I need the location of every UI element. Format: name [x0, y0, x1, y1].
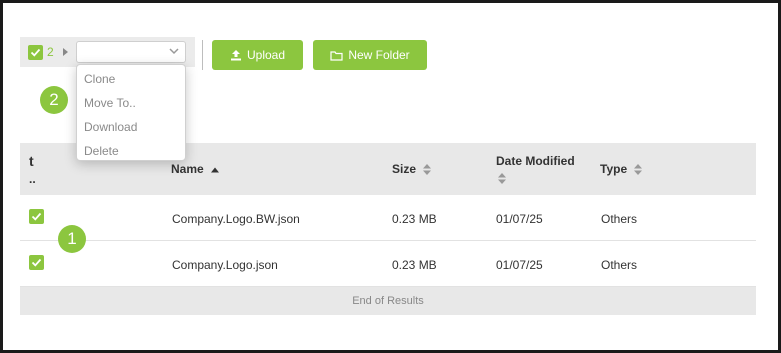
- row-checkbox[interactable]: [29, 209, 44, 224]
- new-folder-label: New Folder: [348, 48, 410, 62]
- row-checkbox[interactable]: [29, 255, 44, 270]
- menu-item-download[interactable]: Download: [84, 120, 137, 134]
- column-header-name-label: Name: [171, 162, 204, 176]
- selected-count: 2: [47, 45, 54, 59]
- column-header-type[interactable]: Type: [600, 162, 643, 176]
- file-name[interactable]: Company.Logo.json: [172, 258, 278, 272]
- caret-right-icon: [63, 48, 68, 56]
- table-row[interactable]: Company.Logo.BW.json 0.23 MB 01/07/25 Ot…: [20, 195, 756, 241]
- sort-icon: [634, 164, 643, 176]
- app-frame: 2 Upload New Folder 2 t .. Name Size Dat…: [0, 0, 781, 353]
- parent-folder-icon[interactable]: t: [29, 153, 34, 169]
- file-type: Others: [601, 212, 638, 226]
- sort-asc-icon: [211, 167, 220, 173]
- file-name[interactable]: Company.Logo.BW.json: [172, 212, 300, 226]
- file-size: 0.23 MB: [392, 212, 437, 226]
- parent-folder-link[interactable]: ..: [29, 172, 36, 186]
- column-header-name[interactable]: Name: [171, 162, 220, 176]
- column-header-size-label: Size: [392, 162, 417, 176]
- menu-item-clone[interactable]: Clone: [84, 72, 115, 86]
- annotation-badge-2: 2: [40, 86, 68, 114]
- column-header-type-label: Type: [600, 162, 628, 176]
- menu-item-move-to[interactable]: Move To..: [84, 96, 136, 110]
- check-icon: [31, 212, 42, 221]
- new-folder-button[interactable]: New Folder: [313, 40, 427, 70]
- table-row[interactable]: Company.Logo.json 0.23 MB 01/07/25 Other…: [20, 241, 756, 287]
- file-date: 01/07/25: [496, 212, 543, 226]
- menu-item-delete[interactable]: Delete: [84, 144, 119, 158]
- sort-icon[interactable]: [498, 173, 506, 184]
- check-icon: [31, 258, 42, 267]
- file-size: 0.23 MB: [392, 258, 437, 272]
- file-date: 01/07/25: [496, 258, 543, 272]
- column-header-size[interactable]: Size: [392, 162, 432, 176]
- annotation-badge-1: 1: [58, 225, 86, 253]
- selection-toolbar: 2: [20, 37, 195, 67]
- toolbar-divider: [202, 40, 203, 70]
- sort-icon: [423, 164, 432, 176]
- folder-icon: [330, 50, 343, 61]
- bulk-action-select[interactable]: [76, 41, 186, 63]
- file-type: Others: [601, 258, 638, 272]
- column-header-date-label: Date Modified: [496, 154, 575, 168]
- upload-button[interactable]: Upload: [212, 40, 303, 70]
- chevron-down-icon: [169, 48, 179, 55]
- bulk-action-menu: Clone Move To.. Download Delete: [76, 64, 186, 161]
- upload-icon: [230, 50, 241, 61]
- end-of-results: End of Results: [20, 287, 756, 315]
- column-header-date-modified[interactable]: Date Modified: [496, 154, 575, 168]
- file-browser: 2 Upload New Folder 2 t .. Name Size Dat…: [3, 3, 778, 350]
- check-icon: [30, 48, 41, 57]
- upload-label: Upload: [246, 48, 286, 62]
- select-all-checkbox[interactable]: [28, 45, 43, 60]
